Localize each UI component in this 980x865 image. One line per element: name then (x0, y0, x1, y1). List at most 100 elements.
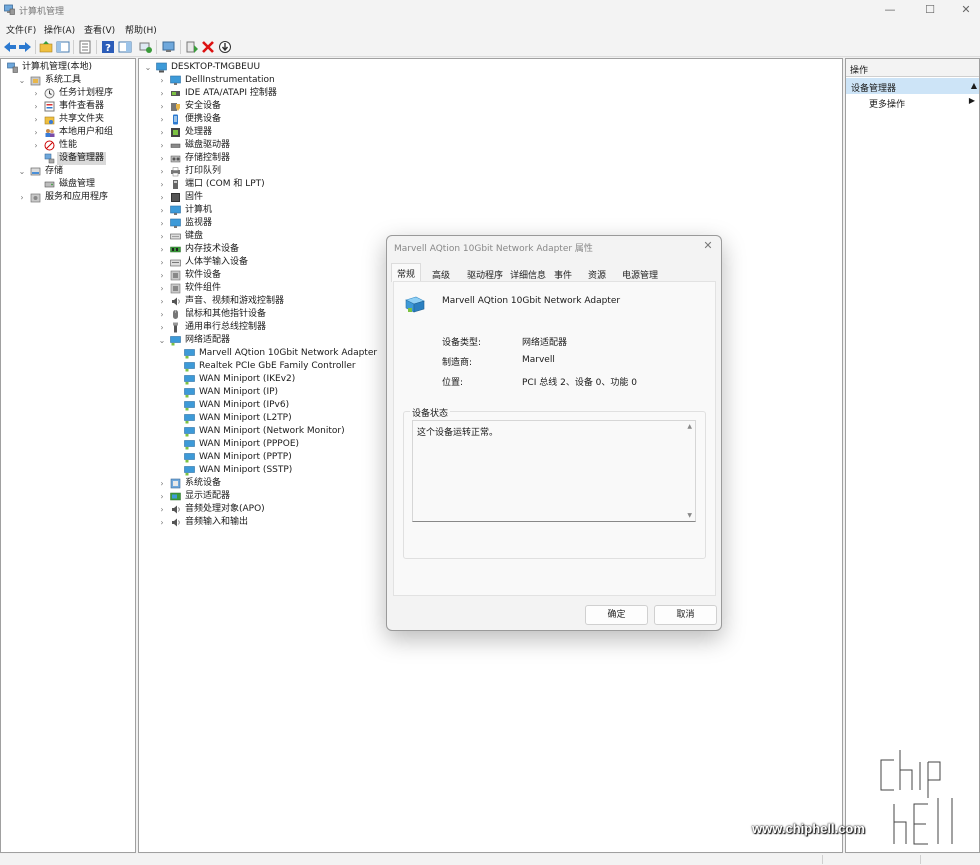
device-status-title: 设备状态 (410, 406, 451, 419)
collapsed-chevron-icon[interactable]: › (32, 100, 40, 113)
usb-icon (173, 322, 178, 333)
more-actions-item[interactable]: 更多操作 (869, 97, 905, 110)
tree-item-label: WAN Miniport (L2TP) (199, 413, 292, 423)
collapsed-chevron-icon[interactable]: › (158, 321, 166, 334)
ide-icon (171, 91, 180, 96)
network-adapter-icon (170, 336, 181, 346)
collapsed-chevron-icon[interactable]: › (158, 308, 166, 321)
show-hide-tree-icon[interactable] (56, 40, 70, 54)
tab-resources[interactable]: 资源 (588, 268, 606, 281)
collapsed-chevron-icon[interactable]: › (158, 217, 166, 230)
system-device-icon (170, 478, 181, 489)
collapsed-chevron-icon[interactable]: › (32, 113, 40, 126)
console-tree-pane: 计算机管理(本地) ⌄ 系统工具 › 任务计划程序 › 事件查看器 › 共享文件夹 › 本地用户和组… (0, 58, 136, 853)
collapsed-chevron-icon[interactable]: › (158, 178, 166, 191)
tab-details[interactable]: 详细信息 (510, 268, 546, 281)
tab-driver[interactable]: 驱动程序 (467, 268, 503, 281)
collapsed-chevron-icon[interactable]: › (158, 269, 166, 282)
download-circle-icon[interactable] (218, 40, 232, 54)
collapsed-chevron-icon[interactable]: › (158, 295, 166, 308)
printer-icon (171, 167, 180, 177)
collapsed-chevron-icon[interactable]: › (158, 100, 166, 113)
tree-item-label: 固件 (185, 192, 204, 202)
collapsed-chevron-icon[interactable]: › (32, 139, 40, 152)
collapsed-chevron-icon[interactable]: › (158, 191, 166, 204)
collapsed-chevron-icon[interactable]: › (158, 152, 166, 165)
maximize-icon[interactable]: ☐ (918, 3, 942, 17)
scroll-up-icon[interactable]: ▲ (687, 423, 692, 430)
collapsed-chevron-icon[interactable]: › (158, 282, 166, 295)
tree-item-label: Marvell AQtion 10Gbit Network Adapter (199, 348, 378, 358)
cancel-button[interactable]: 取消 (654, 605, 717, 625)
tab-events[interactable]: 事件 (554, 268, 572, 281)
up-folder-icon[interactable] (39, 40, 53, 54)
expanded-chevron-icon[interactable]: ⌄ (18, 165, 26, 178)
help-icon[interactable]: ? (101, 40, 115, 54)
tree-item-label: 事件查看器 (59, 101, 105, 111)
network-adapter-icon (184, 349, 195, 359)
collapsed-chevron-icon[interactable]: › (158, 113, 166, 126)
ok-button[interactable]: 确定 (585, 605, 648, 625)
tree-item-label: 计算机 (185, 205, 213, 215)
collapsed-chevron-icon[interactable]: › (32, 87, 40, 100)
update-driver-icon[interactable] (185, 40, 199, 54)
disk-icon (44, 181, 55, 188)
collapsed-chevron-icon[interactable]: › (32, 126, 40, 139)
actions-section-device-manager[interactable]: 设备管理器 ▲ (846, 78, 979, 94)
collapsed-chevron-icon[interactable]: › (158, 87, 166, 100)
tab-power-management[interactable]: 电源管理 (622, 268, 658, 281)
collapsed-chevron-icon[interactable]: › (158, 516, 166, 529)
expanded-chevron-icon[interactable]: ⌄ (18, 74, 26, 87)
software-icon (170, 270, 181, 281)
collapsed-chevron-icon[interactable]: › (158, 230, 166, 243)
tab-advanced[interactable]: 高级 (432, 268, 450, 281)
menu-file[interactable]: 文件(F) (6, 23, 36, 36)
scroll-down-icon[interactable]: ▼ (687, 512, 692, 519)
collapse-up-icon[interactable]: ▲ (971, 81, 977, 90)
properties-sheet-icon[interactable] (78, 40, 92, 54)
minimize-icon[interactable]: — (878, 3, 902, 17)
tree-item-label: Realtek PCIe GbE Family Controller (199, 361, 356, 371)
forward-arrow-icon[interactable] (18, 40, 32, 54)
collapsed-chevron-icon[interactable]: › (158, 256, 166, 269)
tree-item-label: WAN Miniport (Network Monitor) (199, 426, 345, 436)
dialog-close-icon[interactable]: ✕ (701, 239, 715, 253)
menu-view[interactable]: 查看(V) (84, 23, 115, 36)
tree-item-label: 便携设备 (185, 114, 222, 124)
toolbar: ? (0, 37, 980, 57)
scan-hardware-icon[interactable] (162, 40, 176, 54)
view-pane-icon[interactable] (118, 40, 132, 54)
collapsed-chevron-icon[interactable]: › (18, 191, 26, 204)
device-status-textbox[interactable]: 这个设备运转正常。 ▲ ▼ (412, 420, 696, 522)
tree-item-label: WAN Miniport (IPv6) (199, 400, 290, 410)
collapsed-chevron-icon[interactable]: › (158, 204, 166, 217)
collapsed-chevron-icon[interactable]: › (158, 126, 166, 139)
disk-drive-icon (170, 143, 181, 148)
tab-general[interactable]: 常规 (391, 263, 422, 282)
actions-pane: 操作 设备管理器 ▲ 更多操作 ▶ (845, 58, 980, 853)
refresh-device-icon[interactable] (139, 40, 153, 54)
monitor-icon (170, 218, 181, 228)
clock-icon (44, 88, 55, 99)
close-icon[interactable]: ✕ (954, 3, 978, 17)
collapsed-chevron-icon[interactable]: › (158, 243, 166, 256)
event-viewer-icon (44, 101, 55, 112)
tree-item-label: 通用串行总线控制器 (185, 322, 267, 332)
expanded-chevron-icon[interactable]: ⌄ (144, 61, 152, 74)
network-adapter-icon (184, 401, 195, 411)
collapsed-chevron-icon[interactable]: › (158, 74, 166, 87)
prop-value-manufacturer: Marvell (522, 355, 555, 365)
menu-action[interactable]: 操作(A) (44, 23, 75, 36)
collapsed-chevron-icon[interactable]: › (158, 490, 166, 503)
collapsed-chevron-icon[interactable]: › (158, 165, 166, 178)
prop-value-location: PCI 总线 2、设备 0、功能 0 (522, 378, 637, 388)
collapsed-chevron-icon[interactable]: › (158, 139, 166, 152)
tree-item-label: WAN Miniport (IKEv2) (199, 374, 296, 384)
tree-item-label: WAN Miniport (IP) (199, 387, 279, 397)
collapsed-chevron-icon[interactable]: › (158, 503, 166, 516)
uninstall-x-icon[interactable] (201, 40, 215, 54)
back-arrow-icon[interactable] (3, 40, 17, 54)
expanded-chevron-icon[interactable]: ⌄ (158, 334, 166, 347)
collapsed-chevron-icon[interactable]: › (158, 477, 166, 490)
menu-help[interactable]: 帮助(H) (125, 23, 157, 36)
